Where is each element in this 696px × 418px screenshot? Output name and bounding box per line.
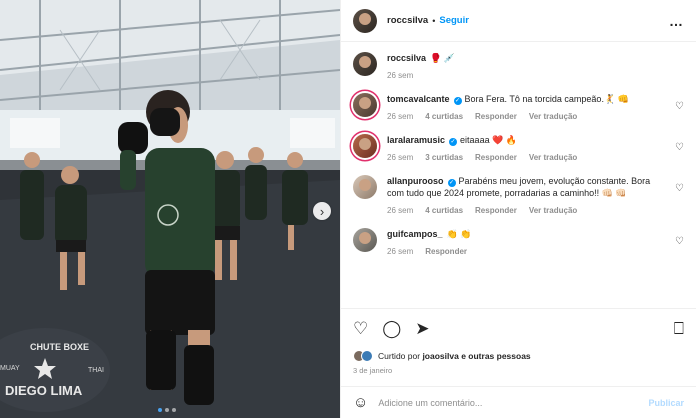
comment-time: 26 sem (387, 206, 414, 215)
more-options-icon[interactable]: … (669, 13, 684, 29)
comment-text: Bora Fera. Tô na torcida campeão.🤾 👊 (464, 94, 629, 104)
post-side-panel: roccsilva • Seguir … roccsilva 🥊 💉 26 sem… (340, 0, 696, 418)
commenter-avatar[interactable] (353, 175, 377, 199)
see-translation-button[interactable]: Ver tradução (529, 112, 577, 121)
verified-icon: ✓ (449, 138, 458, 146)
comment-item: allanpurooso ✓ Parabéns meu jovem, evoluçã… (353, 175, 684, 215)
comment-like-icon[interactable]: ♡ (675, 142, 684, 153)
instagram-post-modal: CHUTE BOXE DIEGO LIMA MUAY THAI › roccsi… (0, 0, 696, 418)
comment-input[interactable] (378, 397, 649, 408)
reply-button[interactable]: Responder (475, 153, 517, 162)
carousel-dots (158, 408, 176, 412)
comment-time: 26 sem (387, 247, 414, 256)
carousel-dot (172, 408, 176, 412)
liked-by-user[interactable]: joaosilva (422, 351, 458, 361)
comments-list[interactable]: roccsilva 🥊 💉 26 sem tomcavalcante ✓ Bora F… (341, 42, 696, 308)
liked-by: Curtido por joaosilva e outras pessoas (341, 348, 696, 364)
caption-username[interactable]: roccsilva (387, 53, 426, 63)
banner-left: MUAY (0, 365, 20, 372)
carousel-dot (158, 408, 162, 412)
post-actions-bar: ♡ ◯ ➤ ⎕ (341, 308, 696, 348)
reply-button[interactable]: Responder (475, 112, 517, 121)
caption: roccsilva 🥊 💉 26 sem (353, 52, 684, 80)
post-header: roccsilva • Seguir … (341, 0, 696, 42)
reply-button[interactable]: Responder (475, 206, 517, 215)
comment-icon[interactable]: ◯ (382, 320, 401, 337)
comment-like-icon[interactable]: ♡ (675, 183, 684, 194)
author-avatar[interactable] (353, 8, 377, 33)
comment-time: 26 sem (387, 112, 414, 121)
emoji-icon[interactable]: ☺ (353, 394, 368, 411)
banner-line2: DIEGO LIMA (5, 383, 83, 398)
see-translation-button[interactable]: Ver tradução (529, 153, 577, 162)
liker-avatar (361, 350, 373, 362)
post-photo[interactable]: CHUTE BOXE DIEGO LIMA MUAY THAI › (0, 0, 340, 418)
gym-scene-image: CHUTE BOXE DIEGO LIMA MUAY THAI (0, 0, 340, 418)
comment-likes[interactable]: 3 curtidas (425, 153, 463, 162)
commenter-avatar[interactable] (353, 134, 377, 158)
caption-avatar[interactable] (353, 52, 377, 76)
comment-username[interactable]: laralaramusic (387, 135, 445, 145)
comment-likes[interactable]: 4 curtidas (425, 206, 463, 215)
reply-button[interactable]: Responder (425, 247, 467, 256)
save-icon[interactable]: ⎕ (674, 320, 684, 337)
comment-username[interactable]: guifcampos_ (387, 229, 443, 239)
add-comment-bar: ☺ Publicar (341, 386, 696, 418)
publish-button[interactable]: Publicar (648, 398, 684, 408)
header-separator: • (432, 15, 436, 26)
comment-username[interactable]: tomcavalcante (387, 94, 450, 104)
verified-icon: ✓ (453, 97, 462, 105)
carousel-next-button[interactable]: › (313, 202, 331, 220)
comment-like-icon[interactable]: ♡ (675, 236, 684, 247)
caption-time: 26 sem (387, 71, 414, 80)
commenter-avatar[interactable] (353, 93, 377, 117)
carousel-dot (165, 408, 169, 412)
like-icon[interactable]: ♡ (353, 320, 368, 337)
comment-text: 👏 👏 (446, 229, 472, 239)
comment-username[interactable]: allanpurooso (387, 176, 444, 186)
author-username[interactable]: roccsilva (387, 15, 428, 26)
comment-time: 26 sem (387, 153, 414, 162)
caption-text: 🥊 💉 (430, 53, 455, 63)
commenter-avatar[interactable] (353, 228, 377, 252)
comment-item: tomcavalcante ✓ Bora Fera. Tô na torcida c… (353, 93, 684, 121)
verified-icon: ✓ (447, 179, 456, 187)
liked-by-suffix[interactable]: e outras pessoas (461, 351, 530, 361)
share-icon[interactable]: ➤ (415, 320, 429, 337)
comment-item: guifcampos_ 👏 👏 26 sem Responder ♡ (353, 228, 684, 256)
follow-button[interactable]: Seguir (439, 15, 469, 26)
comment-likes[interactable]: 4 curtidas (425, 112, 463, 121)
comment-item: laralaramusic ✓ eitaaaa ❤️ 🔥 26 sem 3 curt… (353, 134, 684, 162)
see-translation-button[interactable]: Ver tradução (529, 206, 577, 215)
liked-by-prefix: Curtido por (378, 351, 421, 361)
banner-right: THAI (88, 367, 104, 374)
comment-text: eitaaaa ❤️ 🔥 (460, 135, 517, 145)
comment-like-icon[interactable]: ♡ (675, 101, 684, 112)
banner-line1: CHUTE BOXE (30, 342, 89, 352)
post-date: 3 de janeiro (353, 366, 393, 375)
